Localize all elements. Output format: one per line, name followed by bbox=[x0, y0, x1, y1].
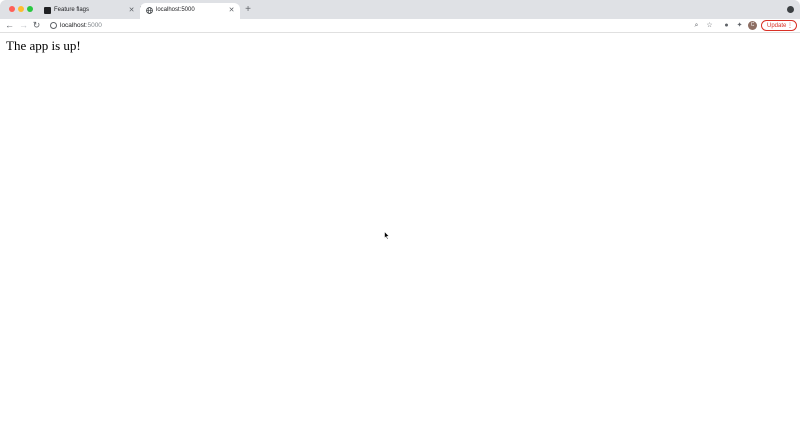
window-maximize-button[interactable] bbox=[27, 6, 33, 12]
forward-arrow-icon[interactable]: → bbox=[18, 20, 29, 31]
tab-localhost[interactable]: localhost:5000 ✕ bbox=[140, 3, 240, 19]
close-icon[interactable]: ✕ bbox=[127, 6, 136, 15]
page-message: The app is up! bbox=[6, 38, 81, 53]
flag-favicon-icon bbox=[44, 7, 51, 14]
url-text[interactable]: localhost:5000 bbox=[60, 21, 102, 30]
extensions-puzzle-icon[interactable]: ✦ bbox=[735, 21, 744, 30]
address-bar[interactable]: localhost:5000 bbox=[46, 20, 716, 31]
new-tab-button[interactable]: + bbox=[243, 5, 253, 15]
zoom-icon[interactable]: ⌕ bbox=[692, 21, 701, 30]
url-host: localhost bbox=[60, 22, 86, 29]
tab-label: localhost:5000 bbox=[156, 7, 195, 13]
mouse-pointer-icon bbox=[384, 231, 390, 240]
site-info-icon[interactable] bbox=[50, 22, 57, 29]
close-icon[interactable]: ✕ bbox=[227, 6, 236, 15]
page-content: The app is up! bbox=[0, 34, 800, 440]
window-minimize-button[interactable] bbox=[18, 6, 24, 12]
reload-icon[interactable]: ↻ bbox=[31, 20, 42, 31]
browser-toolbar: ← → ↻ localhost:5000 ⌕ ☆ ● ✦ C Update ⋮ bbox=[0, 19, 800, 33]
back-arrow-icon[interactable]: ← bbox=[4, 20, 15, 31]
bookmark-star-icon[interactable]: ☆ bbox=[705, 21, 714, 30]
more-vert-icon[interactable]: ⋮ bbox=[787, 22, 793, 30]
tab-strip: Feature flags ✕ localhost:5000 ✕ + bbox=[0, 0, 800, 19]
window-close-button[interactable] bbox=[9, 6, 15, 12]
url-port: :5000 bbox=[85, 22, 102, 29]
tab-label: Feature flags bbox=[54, 7, 90, 13]
avatar[interactable]: C bbox=[748, 21, 757, 30]
globe-icon bbox=[146, 7, 153, 14]
extension-icon[interactable]: ● bbox=[722, 21, 731, 30]
browser-window: Feature flags ✕ localhost:5000 ✕ + ← → ↻… bbox=[0, 0, 800, 440]
update-button[interactable]: Update ⋮ bbox=[761, 20, 797, 31]
tab-feature-flags[interactable]: Feature flags ✕ bbox=[38, 3, 140, 19]
update-label: Update bbox=[767, 23, 787, 29]
tab-search-icon[interactable] bbox=[787, 6, 794, 13]
